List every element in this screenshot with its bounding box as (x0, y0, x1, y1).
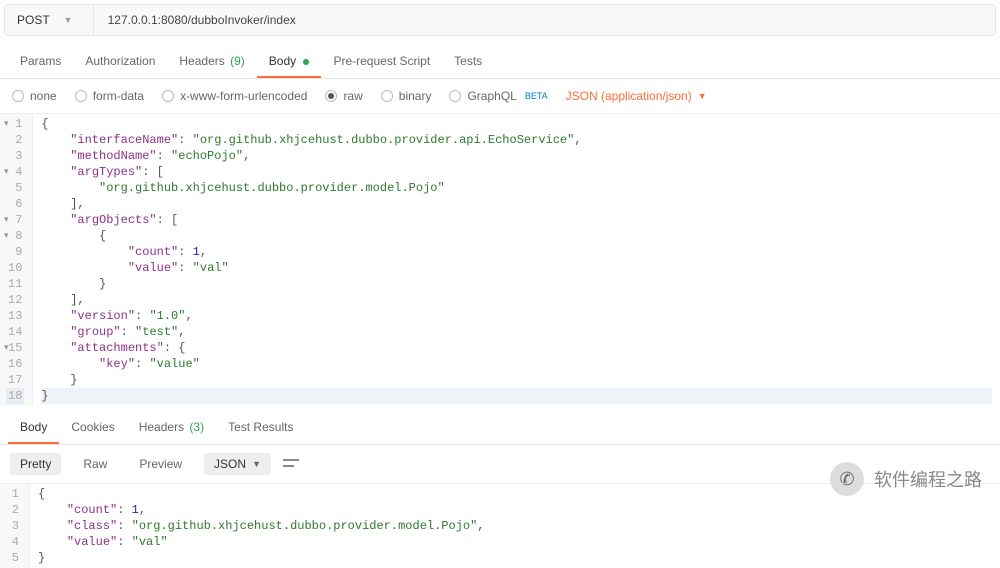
editor-gutter: 12345 (0, 484, 30, 568)
resp-tab-headers[interactable]: Headers (3) (127, 412, 216, 444)
resp-lang-select[interactable]: JSON ▼ (204, 453, 271, 475)
modified-dot-icon (303, 59, 309, 65)
chevron-down-icon: ▼ (252, 459, 261, 469)
resp-tab-cookies[interactable]: Cookies (59, 412, 126, 444)
editor-code: { "count": 1, "class": "org.github.xhjce… (30, 484, 1000, 568)
wrap-lines-icon[interactable] (283, 457, 301, 471)
tab-authorization[interactable]: Authorization (73, 46, 167, 78)
content-type-value: JSON (application/json) (566, 89, 692, 103)
chevron-down-icon: ▼ (64, 15, 73, 25)
tab-prerequest[interactable]: Pre-request Script (321, 46, 442, 78)
response-toolbar: Pretty Raw Preview JSON ▼ (0, 445, 1000, 484)
http-method-value: POST (17, 13, 50, 27)
resp-tab-headers-label: Headers (139, 420, 184, 434)
resp-view-preview[interactable]: Preview (129, 453, 192, 475)
editor-gutter: 123456789101112131415161718 (0, 114, 33, 406)
resp-view-pretty[interactable]: Pretty (10, 453, 61, 475)
radio-graphql[interactable]: GraphQLBETA (449, 89, 547, 103)
tab-body-label: Body (269, 54, 296, 68)
request-tabs: Params Authorization Headers (9) Body Pr… (0, 46, 1000, 79)
resp-lang-value: JSON (214, 457, 246, 471)
body-type-row: none form-data x-www-form-urlencoded raw… (0, 79, 1000, 114)
url-input[interactable] (94, 5, 995, 35)
request-url-bar: POST ▼ (4, 4, 996, 36)
resp-tab-headers-count: (3) (189, 420, 204, 434)
tab-headers[interactable]: Headers (9) (167, 46, 256, 78)
resp-view-raw[interactable]: Raw (73, 453, 117, 475)
resp-tab-test-results[interactable]: Test Results (216, 412, 305, 444)
tab-headers-count: (9) (230, 54, 245, 68)
editor-code[interactable]: { "interfaceName": "org.github.xhjcehust… (33, 114, 1000, 406)
request-body-editor[interactable]: 123456789101112131415161718 { "interface… (0, 114, 1000, 406)
beta-badge: BETA (525, 91, 548, 101)
content-type-select[interactable]: JSON (application/json) ▼ (566, 89, 707, 103)
resp-tab-body[interactable]: Body (8, 412, 59, 444)
chevron-down-icon: ▼ (698, 91, 707, 101)
tab-params[interactable]: Params (8, 46, 73, 78)
tab-tests[interactable]: Tests (442, 46, 494, 78)
radio-binary[interactable]: binary (381, 89, 432, 103)
http-method-select[interactable]: POST ▼ (5, 5, 94, 35)
tab-headers-label: Headers (179, 54, 224, 68)
radio-none[interactable]: none (12, 89, 57, 103)
radio-xwww[interactable]: x-www-form-urlencoded (162, 89, 307, 103)
response-tabs: Body Cookies Headers (3) Test Results (0, 412, 1000, 445)
radio-form-data[interactable]: form-data (75, 89, 144, 103)
response-body-viewer[interactable]: 12345 { "count": 1, "class": "org.github… (0, 484, 1000, 568)
radio-raw[interactable]: raw (325, 89, 362, 103)
tab-body[interactable]: Body (257, 46, 322, 78)
